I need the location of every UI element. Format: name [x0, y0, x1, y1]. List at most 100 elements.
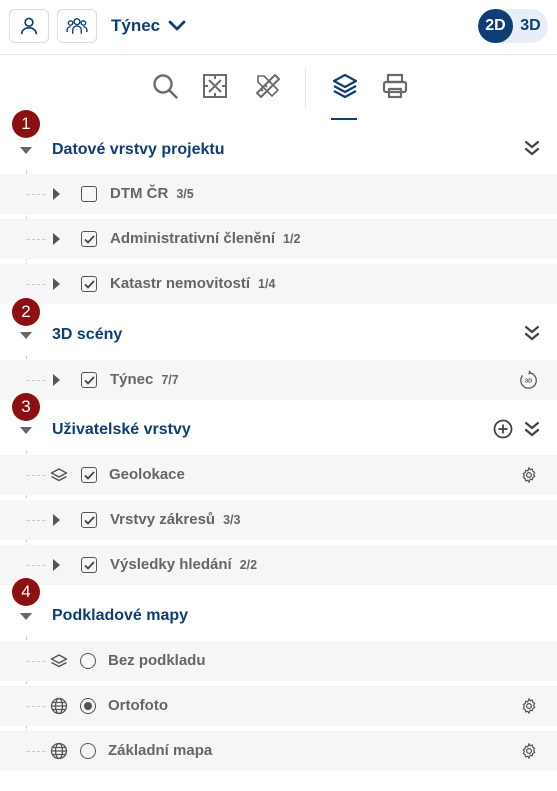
caret-right-icon[interactable] [53, 233, 60, 245]
scene-checkbox[interactable] [81, 372, 97, 388]
caret-right-icon[interactable] [53, 559, 60, 571]
project-name: Týnec [111, 16, 161, 35]
layer-count: 3/5 [176, 187, 194, 201]
layer-row[interactable]: Katastr nemovitostí 1/4 [0, 264, 557, 304]
mode-3d-button[interactable]: 3D [513, 9, 548, 43]
globe-icon [50, 742, 68, 760]
layer-count: 2/2 [239, 558, 258, 572]
basemap-radio[interactable] [80, 698, 96, 714]
caret-right-icon[interactable] [53, 374, 60, 386]
ruler-pencil-icon [256, 74, 280, 98]
check-icon [83, 234, 95, 244]
section-header-3d-scenes[interactable]: 3D scény [0, 316, 557, 356]
layer-label: Katastr nemovitostí [110, 275, 251, 292]
caret-down-icon[interactable] [20, 332, 32, 339]
caret-down-icon[interactable] [20, 613, 32, 620]
settings-button[interactable] [519, 741, 539, 761]
section-rows-base-maps: Bez podkladu Ortofoto Základní mapa [0, 641, 557, 776]
settings-button[interactable] [519, 465, 539, 485]
draw-tool-button[interactable] [253, 71, 283, 101]
tree-connector [27, 475, 45, 476]
tree-connector [27, 284, 45, 285]
layer-count: 1/2 [283, 232, 301, 246]
layers-tool-button[interactable] [330, 71, 360, 101]
section-header-project-layers[interactable]: Datové vrstvy projektu [0, 131, 557, 171]
section-title: 3D scény [52, 326, 123, 343]
project-selector[interactable]: Týnec [111, 14, 186, 38]
basemap-row[interactable]: Bez podkladu [0, 641, 557, 681]
active-tab-indicator [331, 118, 357, 120]
check-icon [83, 560, 95, 570]
mode-2d-button[interactable]: 2D [478, 9, 513, 43]
basemap-label: Základní mapa [108, 742, 213, 759]
check-icon [83, 375, 95, 385]
group-button[interactable] [57, 9, 97, 43]
basemap-radio[interactable] [80, 743, 96, 759]
layer-label: DTM ČR [110, 185, 169, 202]
section-rows-user-layers: Geolokace Vrstvy zákresů 3/3 Výsledky hle… [0, 455, 557, 590]
layer-checkbox[interactable] [81, 276, 97, 292]
tool-bar [0, 56, 557, 124]
3d-rotate-button[interactable]: 3D [519, 370, 539, 390]
user-icon [20, 17, 38, 35]
gear-icon [522, 466, 536, 484]
layer-row[interactable]: Výsledky hledání 2/2 [0, 545, 557, 585]
search-tool-button[interactable] [150, 71, 180, 101]
tree-connector [27, 751, 45, 752]
tree-connector [27, 706, 45, 707]
layer-label: Výsledky hledání [110, 556, 232, 573]
caret-down-icon[interactable] [20, 427, 32, 434]
double-chevron-down-icon[interactable] [523, 139, 541, 157]
section-title: Podkladové mapy [52, 607, 189, 624]
chevron-down-icon [168, 20, 186, 31]
double-chevron-down-icon[interactable] [523, 420, 541, 438]
scene-count: 7/7 [161, 373, 179, 387]
section-title: Uživatelské vrstvy [52, 421, 191, 438]
svg-text:3D: 3D [525, 379, 533, 385]
tree-connector [27, 565, 45, 566]
basemap-row[interactable]: Ortofoto [0, 686, 557, 726]
print-tool-button[interactable] [380, 71, 410, 101]
section-rows-3d-scenes: Týnec 7/7 3D [0, 360, 557, 405]
section-header-user-layers[interactable]: Uživatelské vrstvy [0, 411, 557, 451]
section-rows-project-layers: DTM ČR 3/5 Administrativní členění 1/2 Kat… [0, 174, 557, 309]
scene-row[interactable]: Týnec 7/7 3D [0, 360, 557, 400]
layer-label: Administrativní členění [110, 230, 276, 247]
double-chevron-down-icon[interactable] [523, 324, 541, 342]
view-mode-toggle: 2D 3D [478, 9, 548, 43]
group-icon [66, 18, 88, 34]
measure-tool-button[interactable] [200, 71, 230, 101]
scene-label: Týnec [110, 371, 154, 388]
tree-connector [27, 194, 45, 195]
check-icon [83, 279, 95, 289]
layers-icon [50, 652, 68, 670]
section-header-base-maps[interactable]: Podkladové mapy [0, 597, 557, 637]
tree-connector [27, 661, 45, 662]
layer-checkbox[interactable] [81, 512, 97, 528]
layer-row[interactable]: Geolokace [0, 455, 557, 495]
basemap-radio[interactable] [80, 653, 96, 669]
caret-right-icon[interactable] [53, 278, 60, 290]
layer-row[interactable]: DTM ČR 3/5 [0, 174, 557, 214]
caret-right-icon[interactable] [53, 188, 60, 200]
check-icon [83, 515, 95, 525]
layer-label: Geolokace [109, 466, 185, 483]
layer-checkbox[interactable] [81, 557, 97, 573]
layer-checkbox[interactable] [81, 467, 97, 483]
toolbar-divider [305, 68, 306, 108]
gear-icon [522, 742, 536, 760]
layer-row[interactable]: Vrstvy zákresů 3/3 [0, 500, 557, 540]
check-icon [83, 470, 95, 480]
settings-button[interactable] [519, 696, 539, 716]
layer-checkbox[interactable] [81, 186, 97, 202]
layer-row[interactable]: Administrativní členění 1/2 [0, 219, 557, 259]
caret-down-icon[interactable] [20, 147, 32, 154]
layers-icon [50, 466, 68, 484]
user-button[interactable] [9, 9, 49, 43]
caret-right-icon[interactable] [53, 514, 60, 526]
layer-count: 3/3 [223, 513, 241, 527]
add-circle-icon[interactable] [493, 419, 513, 439]
layer-checkbox[interactable] [81, 231, 97, 247]
globe-icon [50, 697, 68, 715]
basemap-row[interactable]: Základní mapa [0, 731, 557, 771]
